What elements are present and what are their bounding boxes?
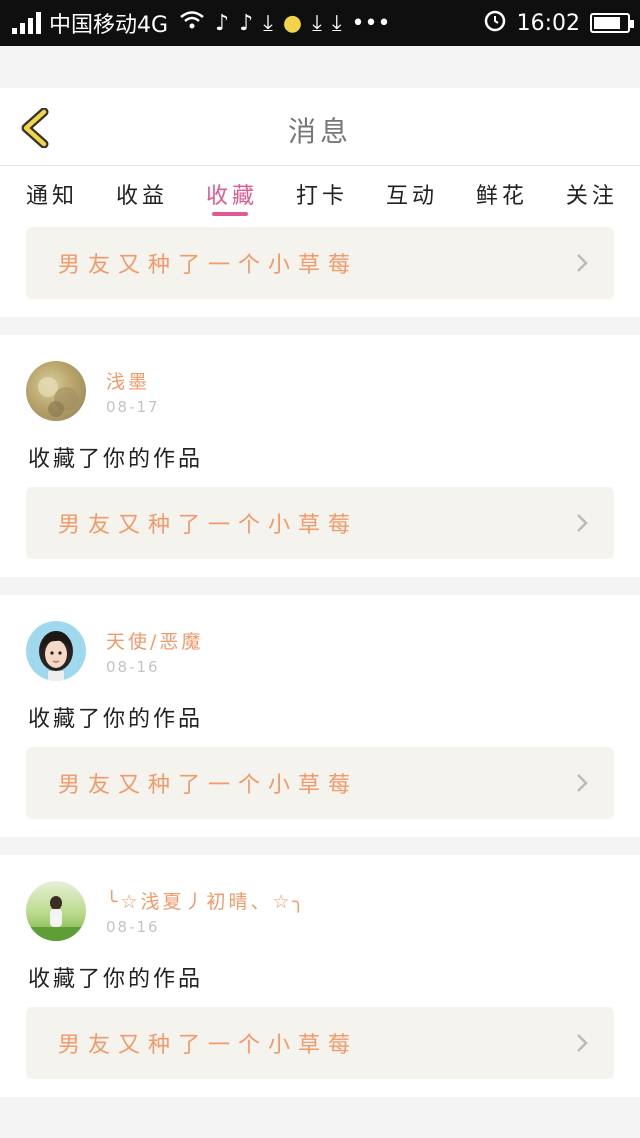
activity-text: 收藏了你的作品 [28, 447, 204, 472]
tab-earnings[interactable]: 收益 [116, 166, 168, 218]
more-dots-icon: ••• [351, 10, 391, 36]
work-title: 男友又种了一个小草莓 [58, 253, 359, 278]
work-link[interactable]: 男友又种了一个小草莓 [26, 1007, 614, 1079]
username[interactable]: 浅墨 [106, 367, 160, 394]
username[interactable]: ╰☆浅夏丿初晴、☆╮ [106, 887, 307, 914]
username[interactable]: 天使/恶魔 [106, 627, 203, 654]
list-item: 男友又种了一个小草莓 [0, 218, 640, 317]
list-item: ╰☆浅夏丿初晴、☆╮ 08-16 收藏了你的作品 男友又种了一个小草莓 [0, 855, 640, 1097]
activity-text: 收藏了你的作品 [28, 967, 204, 992]
tab-interactions[interactable]: 互动 [386, 166, 438, 218]
work-link[interactable]: 男友又种了一个小草莓 [26, 227, 614, 299]
work-title: 男友又种了一个小草莓 [58, 773, 359, 798]
avatar[interactable] [26, 621, 86, 681]
tab-checkin[interactable]: 打卡 [296, 166, 348, 218]
chevron-right-icon [577, 774, 588, 792]
avatar[interactable] [26, 881, 86, 941]
avatar[interactable] [26, 361, 86, 421]
chevron-right-icon [577, 514, 588, 532]
tab-flowers[interactable]: 鲜花 [476, 166, 528, 218]
list-item: 浅墨 08-17 收藏了你的作品 男友又种了一个小草莓 [0, 335, 640, 577]
download-icon: ⤓ [331, 10, 342, 36]
page-header: 消息 [0, 88, 640, 166]
battery-icon [590, 13, 634, 33]
tab-following[interactable]: 关注 [566, 166, 618, 218]
alarm-icon [483, 8, 507, 38]
page-title: 消息 [287, 115, 352, 148]
download-icon: ⤓ [263, 10, 273, 36]
chevron-right-icon [577, 254, 588, 272]
work-link[interactable]: 男友又种了一个小草莓 [26, 487, 614, 559]
clock-time: 16:02 [516, 10, 580, 36]
tab-favorites[interactable]: 收藏 [206, 166, 258, 218]
carrier-label: 中国移动4G [49, 13, 169, 38]
work-title: 男友又种了一个小草莓 [58, 513, 359, 538]
chevron-right-icon [577, 1034, 588, 1052]
status-bar: 中国移动4G ♪ ♪ ⤓ ● ⤓ ⤓ ••• 16:02 [0, 0, 640, 46]
tab-bar: 通知 收益 收藏 打卡 互动 鲜花 关注 [0, 166, 640, 218]
timestamp: 08-16 [106, 658, 160, 676]
wifi-icon [179, 9, 205, 37]
signal-icon [12, 12, 41, 34]
bulb-icon: ● [282, 10, 303, 36]
work-title: 男友又种了一个小草莓 [58, 1033, 359, 1058]
work-link[interactable]: 男友又种了一个小草莓 [26, 747, 614, 819]
timestamp: 08-16 [106, 918, 160, 936]
battery-level [594, 17, 620, 29]
activity-text: 收藏了你的作品 [28, 707, 204, 732]
download-icon: ⤓ [312, 10, 322, 36]
timestamp: 08-17 [106, 398, 160, 416]
tiktok-icon: ♪ [215, 10, 230, 36]
list-item: 天使/恶魔 08-16 收藏了你的作品 男友又种了一个小草莓 [0, 595, 640, 837]
tab-notifications[interactable]: 通知 [26, 166, 78, 218]
tiktok-icon: ♪ [239, 10, 254, 36]
